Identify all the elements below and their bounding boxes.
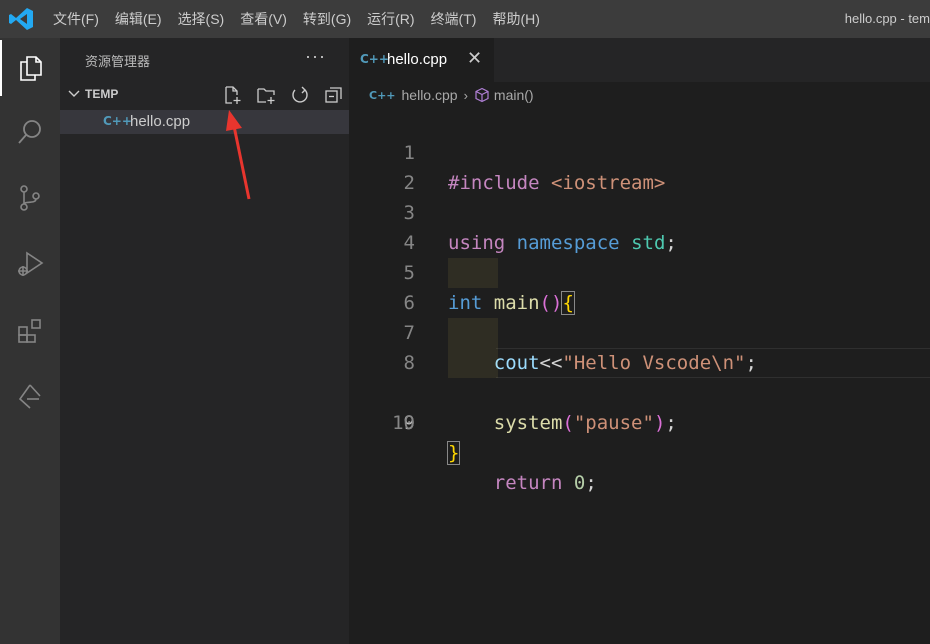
activity-explorer[interactable] [0,40,60,96]
code-line: 2 [349,138,930,194]
new-file-button[interactable] [215,83,249,107]
line-number: 10 [392,412,415,434]
chevron-down-icon [68,90,80,97]
code-line: 8 system("pause"); [349,318,930,434]
tabs-bar: C++ hello.cpp ✕ [349,38,930,82]
menu-help[interactable]: 帮助(H) [484,0,547,38]
search-icon [18,120,41,144]
token-system: system [493,412,563,434]
token-semicolon: ; [585,472,597,494]
token-rparen: ) [653,412,666,434]
file-item-hello-cpp[interactable]: C++ hello.cpp [60,110,349,134]
menu-go[interactable]: 转到(G) [295,0,359,38]
refresh-button[interactable] [283,83,317,107]
sidebar-title: 资源管理器 [85,54,151,69]
file-name: hello.cpp [130,113,191,130]
folder-actions [215,83,351,107]
indent-guide [448,318,498,348]
collapse-all-button[interactable] [317,83,351,107]
indent-guide [448,258,498,288]
code-editor[interactable]: 1 #include <iostream> 2 3 using namespac… [349,108,930,494]
new-folder-button[interactable] [249,83,283,107]
explorer-icon [20,56,42,81]
explorer-sidebar: 资源管理器 ··· TEMP C++ hello.cpp [60,38,349,644]
folder-name: TEMP [85,87,119,101]
activity-remote-explorer[interactable] [0,368,60,424]
run-debug-icon [18,251,44,276]
activity-search[interactable] [0,104,60,160]
breadcrumb-file[interactable]: hello.cpp [402,87,458,103]
method-symbol-icon [475,87,489,103]
cpp-file-icon: C++ [360,52,389,66]
current-line-highlight [496,348,930,378]
window-title: hello.cpp - tem [844,11,930,26]
menu-run[interactable]: 运行(R) [359,0,422,38]
activity-run-debug[interactable] [0,236,60,292]
code-line: 4 [349,198,930,254]
code-line: 3 using namespace std; [349,168,930,254]
token-rbrace: } [446,441,461,465]
code-line: 6 cout<<"Hello Vscode\n"; [349,258,930,374]
collapse-all-icon [325,87,342,103]
activity-bar [0,38,60,644]
tab-hello-cpp[interactable]: C++ hello.cpp ✕ [349,38,494,82]
code-line: 7 [349,288,930,344]
breadcrumb-symbol[interactable]: main() [494,87,534,103]
token-number: 0 [573,472,586,494]
code-line: 10 } [349,378,930,465]
code-line: 1 #include <iostream> [349,108,930,194]
menu-edit[interactable]: 编辑(E) [107,0,170,38]
cpp-file-icon: C++ [103,114,132,128]
folder-section-header[interactable]: TEMP [60,83,349,107]
token-lparen: ( [562,412,574,434]
menu-terminal[interactable]: 终端(T) [423,0,485,38]
code-line: 5 int main(){ [349,228,930,315]
token-return: return [493,472,563,494]
new-folder-icon [257,88,275,104]
menu-file[interactable]: 文件(F) [45,0,107,38]
breadcrumb: C++ hello.cpp › main() [349,82,930,108]
extensions-icon [18,319,41,343]
indent-guide [448,348,498,378]
token-string: "pause" [573,412,654,434]
close-icon[interactable]: ✕ [467,48,482,69]
vscode-logo-icon [9,8,33,30]
red-arrow-annotation [226,110,251,200]
refresh-icon [292,86,308,103]
menu-view[interactable]: 查看(V) [232,0,295,38]
menu-bar: 文件(F) 编辑(E) 选择(S) 查看(V) 转到(G) 运行(R) 终端(T… [45,0,548,38]
title-bar: 文件(F) 编辑(E) 选择(S) 查看(V) 转到(G) 运行(R) 终端(T… [0,0,930,38]
more-actions-button[interactable]: ··· [305,46,326,67]
editor-group: C++ hello.cpp ✕ C++ hello.cpp › main() 1… [349,38,930,644]
token-semicolon: ; [665,412,677,434]
activity-extensions[interactable] [0,302,60,358]
code-line-current: 9 return 0; [349,348,930,494]
remote-explorer-icon [18,384,41,409]
new-file-icon [225,86,241,104]
tab-label: hello.cpp [387,51,448,68]
cpp-file-icon: C++ [369,88,396,102]
activity-source-control[interactable] [0,170,60,226]
breadcrumb-separator: › [463,87,468,103]
source-control-icon [20,185,40,211]
menu-selection[interactable]: 选择(S) [170,0,233,38]
